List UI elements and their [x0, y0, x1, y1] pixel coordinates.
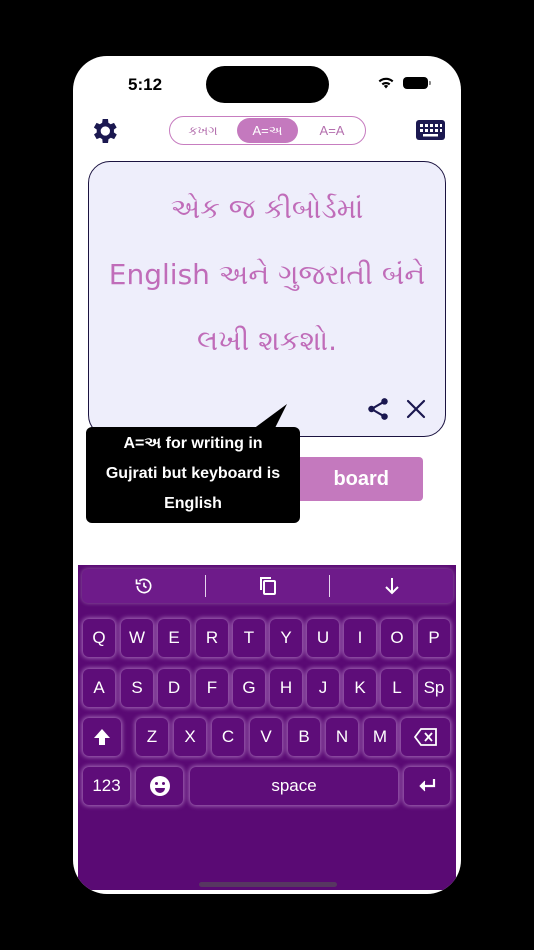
mode-option-english[interactable]: A=A [299, 117, 365, 144]
return-arrow-icon [419, 779, 436, 792]
key[interactable]: A [83, 669, 115, 707]
text-line: English અને ગુજરાતી બંને [108, 258, 426, 291]
backspace-icon [413, 728, 437, 746]
return-key[interactable] [404, 767, 450, 805]
text-line: એક જ કીબોર્ડમાં [170, 192, 364, 225]
keyboard-toolbar [82, 569, 453, 603]
text-line: લખી શકશો. [197, 324, 337, 357]
mode-option-gujarati[interactable]: કખગ [170, 117, 236, 144]
numbers-key[interactable]: 123 [83, 767, 130, 805]
key[interactable]: S [121, 669, 153, 707]
copy-icon [259, 577, 276, 595]
keyboard-icon[interactable] [416, 120, 445, 140]
key[interactable]: Sp [418, 669, 450, 707]
key[interactable]: F [196, 669, 228, 707]
key[interactable]: W [121, 619, 153, 657]
shift-key[interactable] [83, 718, 121, 756]
home-indicator[interactable] [199, 882, 337, 887]
hide-keyboard-button[interactable] [330, 569, 453, 603]
key[interactable]: M [364, 718, 396, 756]
text-content: એક જ કીબોર્ડમાં English અને ગુજરાતી બંને… [89, 176, 445, 374]
key[interactable]: D [158, 669, 190, 707]
tooltip-line: Gujrati but keyboard is [105, 465, 281, 482]
key[interactable]: O [381, 619, 413, 657]
key[interactable]: V [250, 718, 282, 756]
key[interactable]: E [158, 619, 190, 657]
keyboard-panel: Q W E R T Y U I O P A S D F G H J K L Sp… [78, 565, 456, 890]
shift-arrow-icon [94, 729, 110, 745]
arrow-down-icon [384, 578, 399, 595]
status-icons [377, 76, 431, 89]
phone-screen: 5:12 કખગ A=અ A=A એક જ કીબોર્ડમાં English… [73, 56, 461, 894]
dynamic-island [206, 66, 329, 103]
emoji-key[interactable] [136, 767, 183, 805]
onboarding-tooltip: A=અ for writing in Gujrati but keyboard … [86, 427, 300, 523]
smiley-icon [149, 776, 170, 796]
key[interactable]: C [212, 718, 244, 756]
tooltip-line: A=અ for writing in [123, 435, 263, 452]
status-time: 5:12 [128, 75, 163, 94]
key[interactable]: K [344, 669, 376, 707]
key[interactable]: J [307, 669, 339, 707]
key[interactable]: B [288, 718, 320, 756]
key[interactable]: P [418, 619, 450, 657]
action-button-label: board [333, 467, 389, 490]
wifi-icon [378, 77, 394, 89]
key[interactable]: T [233, 619, 265, 657]
key[interactable]: N [326, 718, 358, 756]
key[interactable]: G [233, 669, 265, 707]
key[interactable]: I [344, 619, 376, 657]
share-icon[interactable] [365, 396, 391, 422]
key[interactable]: H [270, 669, 302, 707]
backspace-key[interactable] [401, 718, 450, 756]
key[interactable]: R [196, 619, 228, 657]
close-icon[interactable] [405, 398, 427, 420]
key[interactable]: U [307, 619, 339, 657]
history-icon [135, 578, 151, 594]
key[interactable]: Y [270, 619, 302, 657]
copy-button[interactable] [206, 569, 329, 603]
history-button[interactable] [82, 569, 205, 603]
input-mode-toggle: કખગ A=અ A=A [169, 116, 366, 145]
text-input-area[interactable]: એક જ કીબોર્ડમાં English અને ગુજરાતી બંને… [88, 161, 446, 437]
battery-icon [403, 76, 431, 89]
key[interactable]: X [174, 718, 206, 756]
key[interactable]: L [381, 669, 413, 707]
key[interactable]: Z [136, 718, 168, 756]
settings-gear-icon[interactable] [88, 115, 120, 147]
space-key[interactable]: space [190, 767, 398, 805]
tooltip-line: English [164, 495, 222, 512]
mode-option-transliterate[interactable]: A=અ [237, 118, 298, 143]
key[interactable]: Q [83, 619, 115, 657]
